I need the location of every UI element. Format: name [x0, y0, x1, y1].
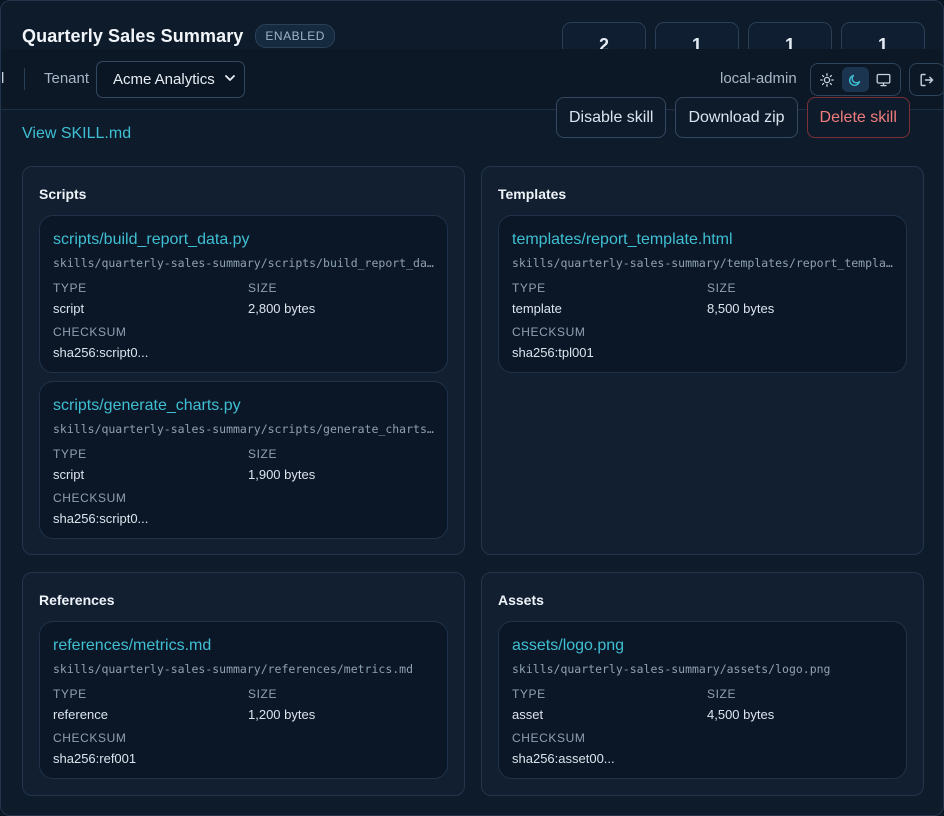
- type-label: TYPE: [512, 281, 546, 295]
- checksum-value: sha256:script0...: [53, 345, 149, 360]
- logout-icon: [920, 73, 934, 86]
- checksum-value: sha256:asset00...: [512, 751, 615, 766]
- file-card: scripts/build_report_data.py skills/quar…: [39, 215, 448, 373]
- size-value: 8,500 bytes: [707, 301, 775, 316]
- nav-edge-text: l: [1, 70, 5, 87]
- file-card: scripts/generate_charts.py skills/quarte…: [39, 381, 448, 539]
- checksum-value: sha256:script0...: [53, 511, 149, 526]
- delete-skill-button[interactable]: Delete skill: [806, 97, 910, 138]
- page-title: Quarterly Sales Summary: [22, 25, 244, 46]
- file-path: skills/quarterly-sales-summary/reference…: [53, 662, 414, 676]
- references-panel: References references/metrics.md skills/…: [22, 572, 465, 796]
- logout-button[interactable]: [909, 63, 943, 96]
- checksum-label: CHECKSUM: [512, 731, 586, 745]
- file-name-link[interactable]: scripts/generate_charts.py: [53, 397, 241, 415]
- file-card: references/metrics.md skills/quarterly-s…: [39, 621, 448, 779]
- sun-icon: [820, 72, 835, 87]
- type-value: script: [53, 301, 85, 316]
- panel-title: References: [39, 592, 115, 608]
- checksum-label: CHECKSUM: [53, 491, 127, 505]
- size-value: 1,900 bytes: [248, 467, 316, 482]
- theme-switcher: [810, 63, 901, 96]
- size-label: SIZE: [707, 687, 737, 701]
- panel-title: Scripts: [39, 186, 87, 202]
- download-zip-button[interactable]: Download zip: [675, 97, 798, 138]
- user-name: local-admin: [720, 70, 797, 87]
- checksum-label: CHECKSUM: [512, 325, 586, 339]
- file-path: skills/quarterly-sales-summary/templates…: [512, 256, 898, 270]
- panel-title: Assets: [498, 592, 544, 608]
- file-card: templates/report_template.html skills/qu…: [498, 215, 907, 373]
- type-value: asset: [512, 707, 544, 722]
- theme-system-button[interactable]: [871, 67, 897, 92]
- size-value: 4,500 bytes: [707, 707, 775, 722]
- skill-actions: Disable skill Download zip Delete skill: [556, 97, 910, 138]
- scripts-panel: Scripts scripts/build_report_data.py ski…: [22, 166, 465, 555]
- size-label: SIZE: [248, 687, 278, 701]
- size-label: SIZE: [248, 447, 278, 461]
- tenant-label: Tenant: [44, 70, 90, 87]
- checksum-label: CHECKSUM: [53, 731, 127, 745]
- size-value: 1,200 bytes: [248, 707, 316, 722]
- theme-dark-button[interactable]: [842, 67, 869, 92]
- file-path: skills/quarterly-sales-summary/scripts/g…: [53, 422, 439, 436]
- assets-panel: Assets assets/logo.png skills/quarterly-…: [481, 572, 924, 796]
- file-path: skills/quarterly-sales-summary/assets/lo…: [512, 662, 831, 676]
- file-card: assets/logo.png skills/quarterly-sales-s…: [498, 621, 907, 779]
- size-label: SIZE: [707, 281, 737, 295]
- panel-title: Templates: [498, 186, 567, 202]
- size-label: SIZE: [248, 281, 278, 295]
- type-label: TYPE: [53, 447, 87, 461]
- divider: [24, 68, 25, 90]
- title-row: Quarterly Sales Summary ENABLED: [22, 24, 335, 48]
- file-path: skills/quarterly-sales-summary/scripts/b…: [53, 256, 439, 270]
- type-label: TYPE: [53, 687, 87, 701]
- size-value: 2,800 bytes: [248, 301, 316, 316]
- templates-panel: Templates templates/report_template.html…: [481, 166, 924, 555]
- tenant-select-value: Acme Analytics: [113, 71, 215, 88]
- file-name-link[interactable]: templates/report_template.html: [512, 231, 733, 249]
- disable-skill-button[interactable]: Disable skill: [556, 97, 667, 138]
- theme-light-button[interactable]: [814, 67, 840, 92]
- file-name-link[interactable]: references/metrics.md: [53, 637, 211, 655]
- file-name-link[interactable]: assets/logo.png: [512, 637, 624, 655]
- monitor-icon: [876, 73, 891, 86]
- checksum-value: sha256:ref001: [53, 751, 137, 766]
- checksum-label: CHECKSUM: [53, 325, 127, 339]
- type-label: TYPE: [512, 687, 546, 701]
- checksum-value: sha256:tpl001: [512, 345, 594, 360]
- view-skill-md-link[interactable]: View SKILL.md: [22, 125, 131, 143]
- file-name-link[interactable]: scripts/build_report_data.py: [53, 231, 250, 249]
- status-badge: ENABLED: [255, 24, 335, 48]
- skill-detail-window: Quarterly Sales Summary ENABLED 2 1 1 1 …: [0, 0, 944, 816]
- tenant-select[interactable]: Acme Analytics: [96, 61, 245, 98]
- type-value: template: [512, 301, 562, 316]
- chevron-down-icon: [225, 75, 235, 81]
- type-label: TYPE: [53, 281, 87, 295]
- type-value: reference: [53, 707, 108, 722]
- moon-icon: [849, 74, 861, 86]
- type-value: script: [53, 467, 85, 482]
